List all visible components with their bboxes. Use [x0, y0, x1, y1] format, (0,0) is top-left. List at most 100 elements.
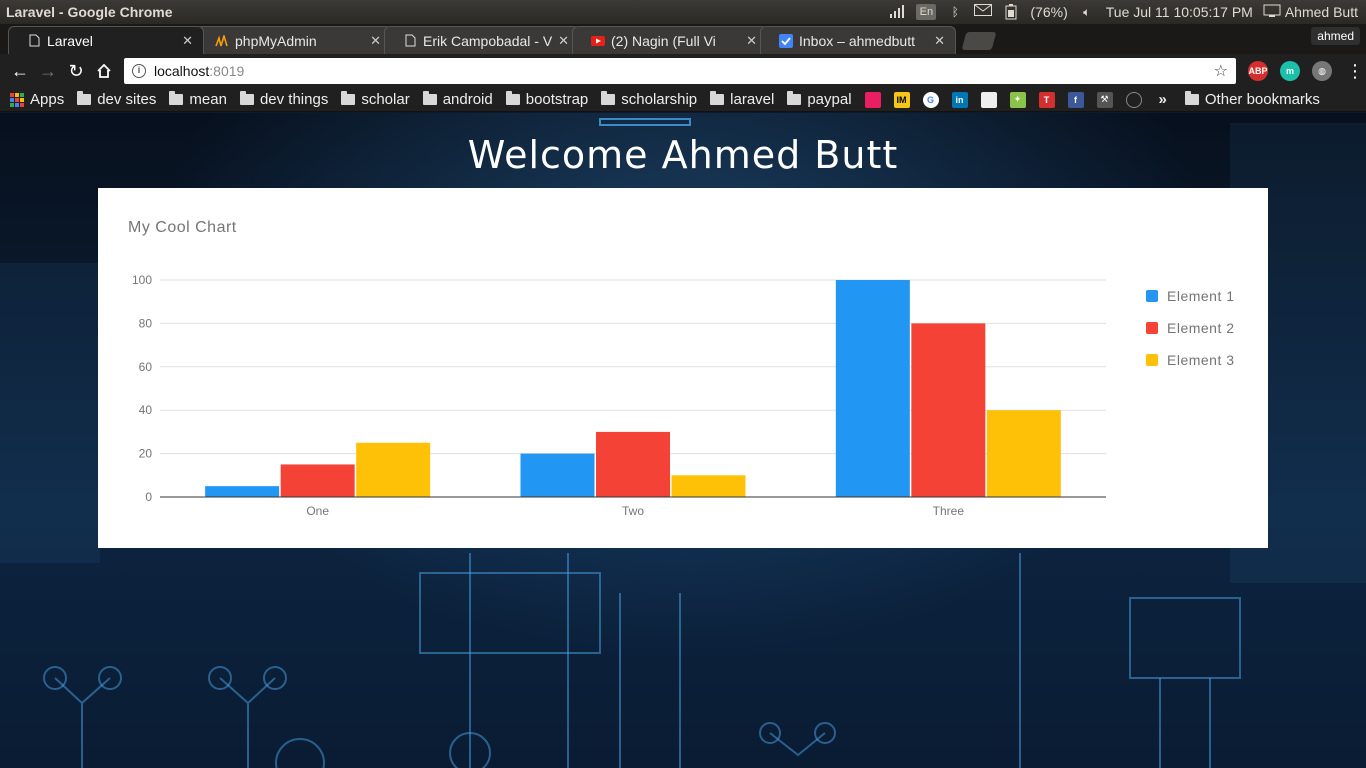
tab-strip: Laravel ✕ phpMyAdmin ✕ Erik Campobadal -… [0, 24, 1366, 54]
close-icon[interactable]: ✕ [370, 33, 381, 49]
bar-1-one[interactable] [205, 486, 280, 497]
legend-item[interactable]: Element 3 [1146, 344, 1235, 376]
bookmark-folder-mean[interactable]: mean [169, 91, 227, 108]
bar-2-two[interactable] [596, 431, 670, 497]
bookmark-folder-dev-sites[interactable]: dev sites [77, 91, 156, 108]
folder-icon [422, 91, 437, 105]
y-tick-label: 40 [139, 403, 153, 417]
bookmark-folder-scholar[interactable]: scholar [341, 91, 410, 108]
bookmark-favicon-pink-icon[interactable] [864, 91, 881, 108]
folder-icon [239, 91, 254, 105]
tab-label: Laravel [47, 32, 93, 49]
bookmark-folder-other[interactable]: Other bookmarks [1184, 91, 1320, 108]
bluetooth-icon[interactable]: ᛒ [946, 4, 964, 20]
x-tick-label: One [306, 504, 329, 518]
bookmark-folder-scholarship[interactable]: scholarship [601, 91, 697, 108]
url-port: :8019 [209, 63, 245, 79]
extension-m-icon[interactable]: m [1280, 61, 1300, 81]
bookmarks-overflow-button[interactable]: » [1159, 91, 1167, 108]
site-info-icon[interactable]: i [132, 64, 146, 78]
x-tick-label: Three [933, 504, 965, 518]
bookmark-folder-bootstrap[interactable]: bootstrap [505, 91, 588, 108]
new-tab-button[interactable] [961, 32, 997, 50]
mail-icon[interactable] [974, 4, 993, 20]
tab-inbox[interactable]: Inbox – ahmedbutt ✕ [760, 26, 956, 54]
bar-1-three[interactable] [835, 280, 910, 497]
google-icon[interactable]: G [922, 91, 939, 108]
back-button[interactable]: ← [6, 57, 34, 85]
close-icon[interactable]: ✕ [934, 33, 945, 49]
t-bookmark-icon[interactable]: T [1038, 91, 1055, 108]
x-tick-label: Two [622, 504, 644, 518]
bookmark-folder-laravel[interactable]: laravel [710, 91, 774, 108]
bar-2-three[interactable] [911, 323, 986, 497]
tab-laravel[interactable]: Laravel ✕ [8, 26, 204, 54]
system-tray: En ᛒ (76%) 🔈︎ Tue Jul 11 10:05:17 PM Ahm… [888, 4, 1366, 20]
page-icon[interactable] [980, 91, 997, 108]
close-icon[interactable]: ✕ [182, 33, 193, 49]
linkedin-icon[interactable]: in [951, 91, 968, 108]
tab-label: phpMyAdmin [235, 32, 317, 49]
legend-swatch [1146, 354, 1158, 366]
user-name[interactable]: Ahmed Butt [1285, 4, 1358, 20]
bookmark-folder-android[interactable]: android [422, 91, 493, 108]
bookmark-folder-dev-things[interactable]: dev things [239, 91, 328, 108]
bar-3-three[interactable] [986, 410, 1061, 497]
close-icon[interactable]: ✕ [746, 33, 757, 49]
page-icon [403, 34, 417, 48]
bookmark-apps[interactable]: Apps [10, 91, 64, 108]
browser-menu-icon[interactable]: ⋮ [1346, 61, 1364, 82]
adblock-plus-icon[interactable]: ABP [1248, 61, 1268, 81]
folder-icon [787, 91, 802, 105]
legend-item[interactable]: Element 1 [1146, 280, 1235, 312]
bar-chart: 0 20 40 60 80 100 One Two Three [132, 273, 1106, 518]
volume-icon[interactable]: 🔈︎ [1078, 4, 1096, 20]
imdb-icon[interactable]: IM [893, 91, 910, 108]
network-signal-icon[interactable] [888, 4, 906, 20]
youtube-icon [591, 34, 605, 48]
y-tick-label: 60 [139, 360, 153, 374]
bar-1-two[interactable] [520, 453, 595, 497]
globe-extension-icon[interactable]: ◍ [1312, 61, 1332, 81]
tools-icon[interactable]: ⚒ [1096, 91, 1113, 108]
forward-button[interactable]: → [34, 57, 62, 85]
bookmarks-bar: Apps dev sites mean dev things scholar a… [0, 88, 1366, 112]
android-icon[interactable]: ✦ [1009, 91, 1026, 108]
bar-3-two[interactable] [671, 475, 746, 497]
folder-icon [505, 91, 520, 105]
os-top-bar: Laravel - Google Chrome En ᛒ (76%) 🔈︎ Tu… [0, 0, 1366, 24]
home-icon [97, 63, 111, 78]
keyboard-layout-indicator[interactable]: En [916, 4, 937, 20]
bookmark-star-icon[interactable]: ☆ [1214, 61, 1228, 81]
battery-icon[interactable] [1002, 4, 1020, 20]
legend-label: Element 3 [1167, 352, 1235, 368]
tab-phpmyadmin[interactable]: phpMyAdmin ✕ [196, 26, 392, 54]
page-icon [27, 34, 41, 48]
tab-label: Inbox – ahmedbutt [799, 32, 915, 49]
bar-3-one[interactable] [356, 442, 431, 497]
inbox-icon [779, 33, 793, 48]
legend-label: Element 2 [1167, 320, 1235, 336]
github-icon[interactable] [1125, 91, 1142, 108]
legend-label: Element 1 [1167, 288, 1235, 304]
tab-youtube-nagin[interactable]: (2) Nagin (Full Vi ✕ [572, 26, 768, 54]
bar-2-one[interactable] [280, 464, 355, 497]
profile-button[interactable]: ahmed [1311, 27, 1360, 45]
home-button[interactable] [90, 57, 118, 85]
folder-icon [1184, 91, 1199, 105]
reload-button[interactable]: ↻ [62, 57, 90, 85]
apps-grid-icon [10, 92, 24, 107]
clock[interactable]: Tue Jul 11 10:05:17 PM [1106, 4, 1253, 20]
user-monitor-icon[interactable] [1263, 4, 1281, 20]
chart-legend: Element 1 Element 2 Element 3 [1146, 280, 1235, 376]
legend-item[interactable]: Element 2 [1146, 312, 1235, 344]
folder-icon [169, 91, 184, 105]
folder-icon [77, 91, 92, 105]
close-icon[interactable]: ✕ [558, 33, 569, 49]
address-bar[interactable]: i localhost :8019 ☆ [124, 58, 1236, 84]
url-host: localhost [154, 63, 210, 79]
bookmark-folder-paypal[interactable]: paypal [787, 91, 852, 108]
facebook-icon[interactable]: f [1067, 91, 1084, 108]
folder-icon [341, 91, 356, 105]
tab-erik-campobadal[interactable]: Erik Campobadal - V ✕ [384, 26, 580, 54]
